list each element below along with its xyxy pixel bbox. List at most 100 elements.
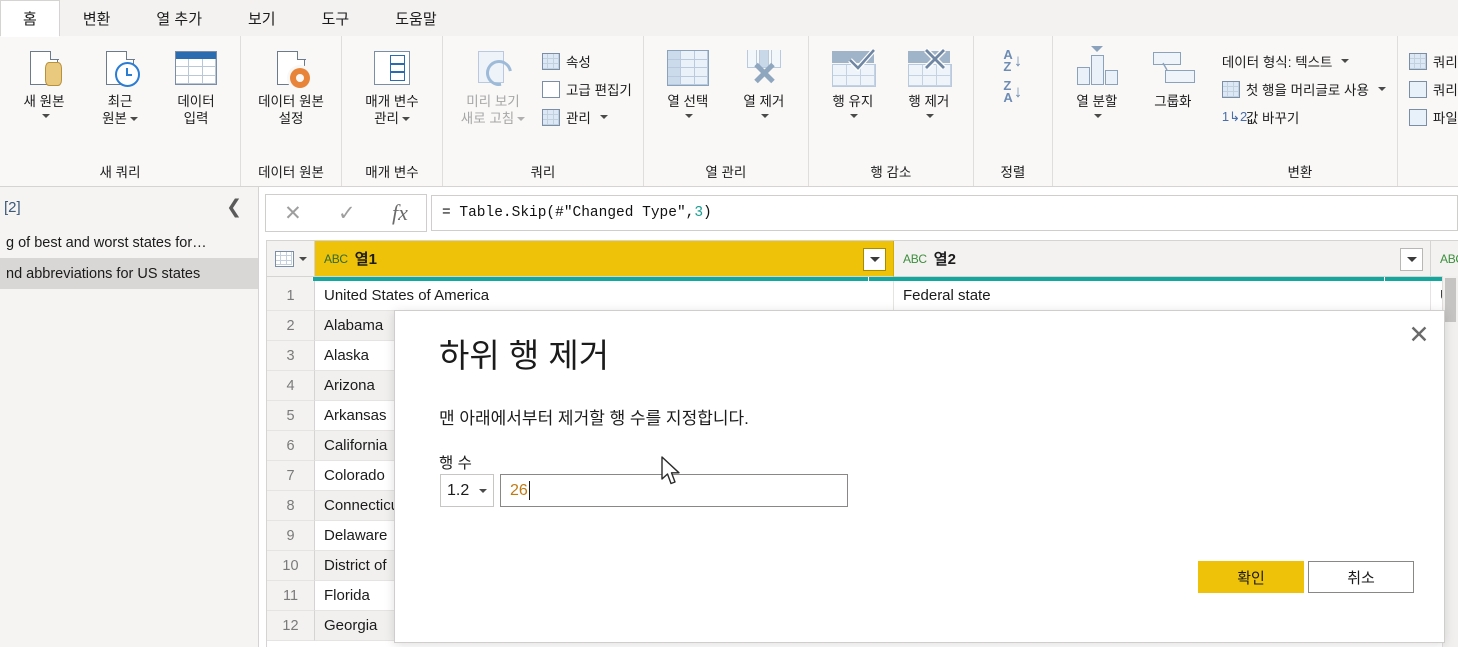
choose-columns-label: 열 선택: [667, 94, 709, 109]
column-header-1[interactable]: ABC 열1: [315, 241, 894, 277]
queries-pane-header: [2] ❮: [0, 187, 258, 227]
tab-home[interactable]: 홈: [0, 0, 60, 37]
query-list-item-0[interactable]: g of best and worst states for…: [0, 227, 258, 258]
row-number: 2: [267, 311, 315, 341]
merge-queries-label: 쿼리: [1432, 55, 1458, 70]
column-header-2[interactable]: ABC 열2: [894, 241, 1431, 277]
properties-icon: [542, 52, 560, 70]
cancel-button[interactable]: 취소: [1308, 561, 1414, 593]
remove-rows-icon: [907, 45, 952, 91]
data-type-button[interactable]: 데이터 형식: 텍스트: [1217, 47, 1391, 75]
tab-add-column[interactable]: 열 추가: [133, 0, 225, 36]
new-source-button[interactable]: 새 원본: [6, 41, 82, 122]
remove-columns-dropdown[interactable]: [758, 110, 770, 122]
formula-input[interactable]: = Table.Skip(#"Changed Type", 3): [431, 195, 1458, 231]
close-icon[interactable]: ✕: [1404, 320, 1434, 350]
remove-columns-button[interactable]: 열 제거: [726, 41, 802, 122]
checkmark-icon[interactable]: ✓: [338, 203, 356, 224]
replace-values-icon: 1↳2: [1221, 109, 1248, 124]
group-by-label: 그룹화: [1154, 94, 1192, 109]
choose-columns-button[interactable]: 열 선택: [650, 41, 726, 122]
abc-type-icon: ABC: [324, 251, 348, 266]
power-query-editor-window: 홈 변환 열 추가 보기 도구 도움말 새 원본 최근 원본 데이터 입력 새 …: [0, 0, 1458, 647]
chevron-down-icon: [1406, 257, 1417, 262]
chevron-left-icon[interactable]: ❮: [222, 198, 246, 217]
group-by-button[interactable]: 그룹화: [1135, 41, 1211, 110]
remove-columns-icon: [744, 45, 784, 91]
formula-prefix: = Table.Skip(#"Changed Type",: [442, 205, 695, 221]
choose-columns-dropdown[interactable]: [682, 110, 694, 122]
manage-button[interactable]: 관리: [537, 103, 637, 131]
row-count-value: 26: [510, 481, 528, 499]
tab-help[interactable]: 도움말: [372, 0, 459, 36]
properties-label: 속성: [566, 55, 591, 70]
ribbon-group-transform: 열 분할 그룹화 데이터 형식: 텍스트 첫 행을 머리글로 사용 1↳2 값 …: [1053, 36, 1398, 186]
query-list-item-label: nd abbreviations for US states: [6, 265, 201, 282]
data-source-settings-button[interactable]: 데이터 원본 설정: [247, 41, 335, 127]
ok-button[interactable]: 확인: [1198, 561, 1304, 593]
tab-view[interactable]: 보기: [225, 0, 299, 36]
tab-add-column-label: 열 추가: [156, 11, 202, 28]
recent-source-button[interactable]: 최근 원본: [82, 41, 158, 127]
column-filter-button-1[interactable]: [863, 248, 886, 271]
ribbon-group-combine: 쿼리 쿼리 파일: [1398, 36, 1458, 186]
row-number: 7: [267, 461, 315, 491]
tab-tools-label: 도구: [321, 11, 350, 28]
new-source-dropdown[interactable]: [39, 110, 50, 122]
replace-values-label: 값 바꾸기: [1245, 111, 1300, 126]
chevron-down-icon: [401, 117, 410, 122]
remove-rows-button[interactable]: 행 제거: [891, 41, 967, 122]
append-queries-label: 쿼리: [1432, 83, 1458, 98]
column-filter-button-2[interactable]: [1400, 248, 1423, 271]
advanced-editor-button[interactable]: 고급 편집기: [537, 75, 637, 103]
chevron-down-icon: [926, 114, 935, 118]
table-row[interactable]: 1 United States of America Federal state…: [267, 281, 1458, 311]
manage-parameters-button[interactable]: 매개 변수 관리: [348, 41, 436, 127]
append-queries-button[interactable]: 쿼리: [1404, 75, 1458, 103]
column-header-3[interactable]: ABC 열3: [1431, 241, 1458, 277]
keep-rows-button[interactable]: 행 유지: [815, 41, 891, 122]
use-first-row-as-headers-button[interactable]: 첫 행을 머리글로 사용: [1217, 75, 1391, 103]
table-cell[interactable]: United States of America: [315, 281, 894, 311]
query-list-item-1[interactable]: nd abbreviations for US states: [0, 258, 258, 289]
queries-pane: [2] ❮ g of best and worst states for… nd…: [0, 187, 259, 647]
fx-icon[interactable]: fx: [392, 202, 408, 224]
replace-values-button[interactable]: 1↳2 값 바꾸기: [1217, 103, 1391, 131]
chevron-down-icon: [517, 117, 526, 122]
refresh-preview-button[interactable]: 미리 보기 새로 고침: [449, 41, 537, 127]
sort-ascending-button[interactable]: AZ ↓: [1003, 48, 1023, 73]
chevron-down-icon: [1341, 59, 1350, 63]
choose-columns-icon: [666, 45, 709, 91]
split-column-button[interactable]: 열 분할: [1059, 41, 1135, 122]
manage-parameters-label: 매개 변수 관리: [365, 94, 419, 126]
scrollbar-thumb[interactable]: [1445, 278, 1456, 322]
keep-rows-dropdown[interactable]: [847, 110, 859, 122]
table-cell[interactable]: Federal state: [894, 281, 1431, 311]
ribbon-group-label-combine: [1404, 181, 1458, 184]
row-number: 8: [267, 491, 315, 521]
combine-files-button[interactable]: 파일: [1404, 103, 1458, 131]
properties-button[interactable]: 속성: [537, 47, 637, 75]
chevron-down-icon: [685, 114, 694, 118]
formula-suffix: ): [703, 205, 712, 221]
split-column-dropdown[interactable]: [1091, 110, 1103, 122]
row-count-label: 행 수: [439, 455, 472, 472]
ribbon-tabstrip: 홈 변환 열 추가 보기 도구 도움말: [0, 0, 1458, 37]
tab-home-label: 홈: [23, 11, 37, 28]
remove-rows-label: 행 제거: [908, 94, 950, 109]
tab-tools[interactable]: 도구: [299, 0, 373, 36]
ribbon-group-reduce-rows: 행 유지 행 제거 행 감소: [809, 36, 974, 186]
merge-queries-button[interactable]: 쿼리: [1404, 47, 1458, 75]
tab-transform[interactable]: 변환: [60, 0, 134, 36]
sort-descending-button[interactable]: ZA ↓: [1003, 79, 1023, 104]
value-type-selector[interactable]: 1.2: [440, 474, 494, 507]
arrow-down-icon: ↓: [1013, 82, 1023, 101]
remove-rows-dropdown[interactable]: [923, 110, 935, 122]
arrow-down-icon: ↓: [1013, 51, 1023, 70]
cancel-icon[interactable]: ✕: [284, 203, 302, 224]
row-count-input[interactable]: 26: [500, 474, 848, 507]
enter-data-button[interactable]: 데이터 입력: [158, 41, 234, 127]
text-cursor: [528, 481, 531, 500]
grid-select-all-button[interactable]: [267, 241, 315, 277]
ribbon-group-label-transform: 변환: [1287, 165, 1313, 180]
